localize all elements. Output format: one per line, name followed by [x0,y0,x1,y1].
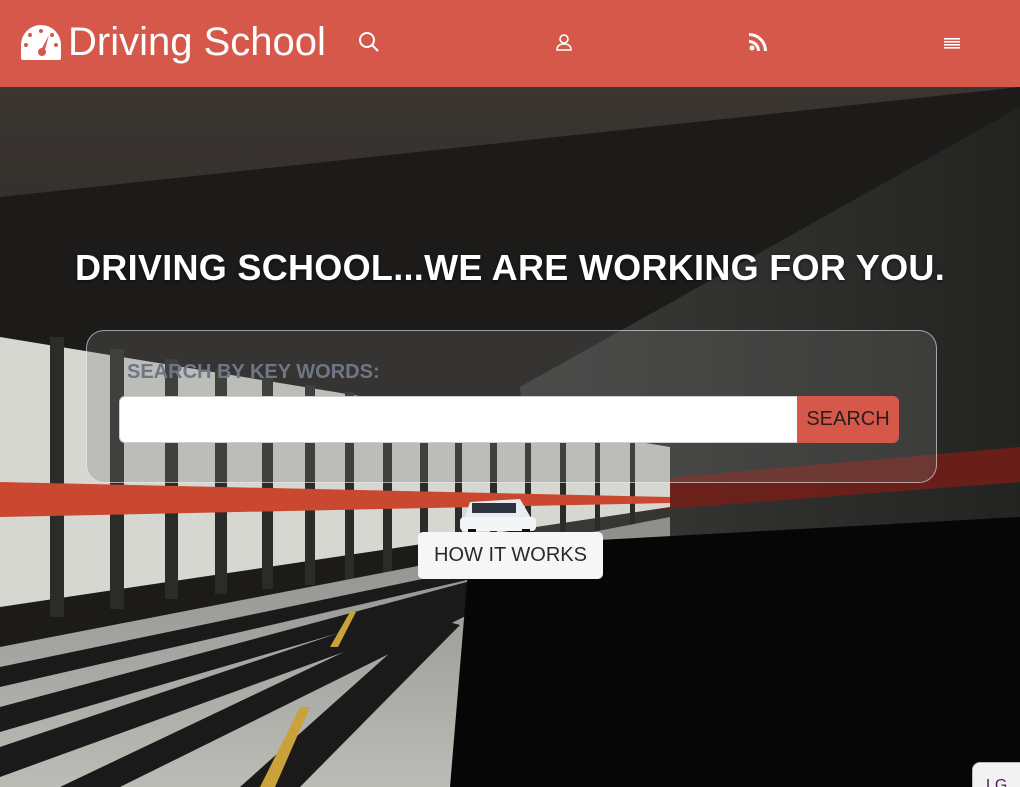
speedometer-icon [21,25,61,60]
menu-icon[interactable] [940,30,964,54]
rss-icon[interactable] [746,30,770,54]
brand-name: Driving School [68,20,326,64]
brand-logo-link[interactable]: Driving School [18,18,326,66]
search-icon[interactable] [357,30,381,54]
search-panel: SEARCH BY KEY WORDS: SEARCH [86,330,937,483]
hero-headline: DRIVING SCHOOL...WE ARE WORKING FOR YOU. [74,247,946,288]
search-button[interactable]: SEARCH [797,396,899,443]
search-label: SEARCH BY KEY WORDS: [127,361,380,383]
search-input[interactable] [119,396,797,443]
corner-badge[interactable]: LG [972,762,1020,787]
hero-section: DRIVING SCHOOL...WE ARE WORKING FOR YOU.… [0,87,1020,787]
site-header: Driving School [0,0,1020,87]
how-it-works-button[interactable]: HOW IT WORKS [418,532,603,579]
user-icon[interactable] [552,30,576,54]
